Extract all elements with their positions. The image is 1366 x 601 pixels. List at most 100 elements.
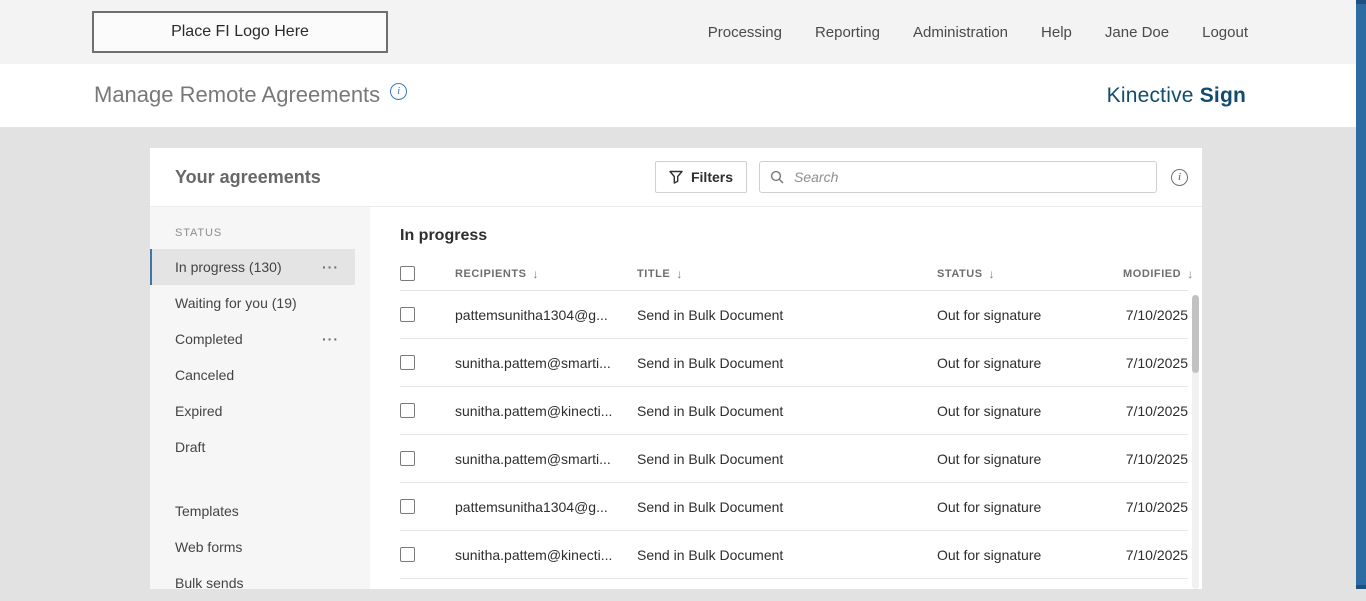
brand-logo: Kinective Sign — [1107, 84, 1246, 108]
row-checkbox[interactable] — [400, 355, 415, 370]
row-checkbox[interactable] — [400, 547, 415, 562]
table-scrollbar-thumb[interactable] — [1192, 295, 1199, 373]
row-recipients: sunitha.pattem@smarti... — [455, 451, 637, 467]
sidebar-item-label: Expired — [175, 403, 322, 419]
fi-logo-text: Place FI Logo Here — [171, 23, 309, 41]
panel-body: STATUS In progress (130) ··· Waiting for… — [150, 207, 1202, 589]
sidebar-status-item[interactable]: Canceled ··· — [150, 357, 355, 393]
search-input[interactable] — [792, 168, 1146, 186]
row-modified: 7/10/2025 — [1123, 451, 1188, 467]
agreements-panel: Your agreements Filters i STATUS — [150, 148, 1202, 589]
sidebar-status-item[interactable]: Draft ··· — [150, 429, 355, 465]
agreement-row[interactable]: sunitha.pattem@smarti... Send in Bulk Do… — [400, 339, 1188, 387]
sidebar-library-item[interactable]: Templates ··· — [150, 493, 355, 529]
status-sidebar: STATUS In progress (130) ··· Waiting for… — [150, 207, 370, 589]
row-status: Out for signature — [937, 547, 1123, 563]
row-checkbox[interactable] — [400, 451, 415, 466]
select-all-cell — [400, 266, 455, 281]
row-modified: 7/10/2025 — [1123, 355, 1188, 371]
fi-logo-placeholder: Place FI Logo Here — [92, 11, 388, 53]
table-section-title: In progress — [400, 227, 1188, 245]
agreement-row[interactable]: sunitha.pattem@kinecti... Send in Bulk D… — [400, 387, 1188, 435]
sort-arrow-icon: ↓ — [1187, 267, 1194, 281]
sidebar-library-item[interactable]: Web forms ··· — [150, 529, 355, 565]
page-info-icon[interactable]: i — [390, 83, 407, 100]
row-modified: 7/10/2025 — [1123, 547, 1188, 563]
row-recipients: sunitha.pattem@kinecti... — [455, 403, 637, 419]
top-nav-item[interactable]: Reporting — [815, 24, 880, 41]
row-title: Send in Bulk Document — [637, 547, 937, 563]
row-title: Send in Bulk Document — [637, 307, 937, 323]
top-nav-item[interactable]: Administration — [913, 24, 1008, 41]
row-status: Out for signature — [937, 451, 1123, 467]
brand-product: Sign — [1200, 84, 1246, 107]
page-header: Manage Remote Agreements i Kinective Sig… — [0, 64, 1366, 127]
item-overflow-menu-icon[interactable]: ··· — [322, 331, 339, 347]
column-header-status[interactable]: STATUS ↓ — [937, 267, 1123, 281]
row-status: Out for signature — [937, 355, 1123, 371]
sidebar-library-item[interactable]: Bulk sends ··· — [150, 565, 355, 601]
filters-button[interactable]: Filters — [655, 161, 747, 193]
search-icon — [770, 170, 784, 184]
top-nav-item[interactable]: Processing — [708, 24, 782, 41]
row-recipients: sunitha.pattem@kinecti... — [455, 547, 637, 563]
sidebar-status-item[interactable]: Expired ··· — [150, 393, 355, 429]
sidebar-item-label: Canceled — [175, 367, 322, 383]
table-rows: pattemsunitha1304@g... Send in Bulk Docu… — [400, 291, 1188, 579]
agreement-row[interactable]: pattemsunitha1304@g... Send in Bulk Docu… — [400, 291, 1188, 339]
table-header-row: RECIPIENTS ↓ TITLE ↓ STATUS ↓ MODIFIED ↓ — [400, 257, 1188, 291]
sidebar-status-item[interactable]: Completed ··· — [150, 321, 355, 357]
sort-arrow-icon: ↓ — [989, 267, 996, 281]
column-header-title[interactable]: TITLE ↓ — [637, 267, 937, 281]
agreement-row[interactable]: pattemsunitha1304@g... Send in Bulk Docu… — [400, 483, 1188, 531]
sidebar-item-label: Web forms — [175, 539, 322, 555]
panel-header: Your agreements Filters i — [150, 148, 1202, 207]
status-section-label: STATUS — [150, 217, 370, 249]
sidebar-item-label: In progress (130) — [175, 259, 322, 275]
panel-title: Your agreements — [175, 167, 321, 188]
row-modified: 7/10/2025 — [1123, 307, 1188, 323]
top-nav-item[interactable]: Jane Doe — [1105, 24, 1169, 41]
sidebar-status-item[interactable]: Waiting for you (19) ··· — [150, 285, 355, 321]
page-scrollbar[interactable] — [1356, 0, 1366, 589]
row-status: Out for signature — [937, 307, 1123, 323]
item-overflow-menu-icon[interactable]: ··· — [322, 259, 339, 275]
sidebar-item-label: Templates — [175, 503, 322, 519]
row-checkbox[interactable] — [400, 499, 415, 514]
top-nav-item[interactable]: Logout — [1202, 24, 1248, 41]
agreement-row[interactable]: sunitha.pattem@kinecti... Send in Bulk D… — [400, 531, 1188, 579]
sort-arrow-icon: ↓ — [533, 267, 540, 281]
top-nav: Processing Reporting Administration Help… — [708, 24, 1248, 41]
search-box — [759, 161, 1157, 193]
page-content: Your agreements Filters i STATUS — [0, 127, 1366, 589]
column-header-modified[interactable]: MODIFIED ↓ — [1123, 267, 1194, 281]
sidebar-status-item[interactable]: In progress (130) ··· — [150, 249, 355, 285]
row-status: Out for signature — [937, 499, 1123, 515]
library-list: Templates ··· Web forms ··· Bulk sends ·… — [150, 493, 370, 601]
row-recipients: pattemsunitha1304@g... — [455, 499, 637, 515]
select-all-checkbox[interactable] — [400, 266, 415, 281]
filters-button-label: Filters — [691, 169, 733, 185]
sidebar-item-label: Completed — [175, 331, 322, 347]
row-status: Out for signature — [937, 403, 1123, 419]
row-checkbox[interactable] — [400, 403, 415, 418]
brand-name: Kinective — [1107, 84, 1194, 107]
row-title: Send in Bulk Document — [637, 499, 937, 515]
row-title: Send in Bulk Document — [637, 403, 937, 419]
sidebar-item-label: Waiting for you (19) — [175, 295, 322, 311]
page-title: Manage Remote Agreements — [94, 82, 380, 108]
status-filter-list: In progress (130) ··· Waiting for you (1… — [150, 249, 370, 465]
top-nav-item[interactable]: Help — [1041, 24, 1072, 41]
panel-info-icon[interactable]: i — [1171, 169, 1188, 186]
row-title: Send in Bulk Document — [637, 355, 937, 371]
column-header-recipients[interactable]: RECIPIENTS ↓ — [455, 267, 637, 281]
filter-icon — [669, 170, 683, 184]
row-checkbox[interactable] — [400, 307, 415, 322]
table-scrollbar[interactable] — [1192, 295, 1199, 589]
row-recipients: sunitha.pattem@smarti... — [455, 355, 637, 371]
row-modified: 7/10/2025 — [1123, 499, 1188, 515]
top-bar: Place FI Logo Here Processing Reporting … — [0, 0, 1366, 64]
row-modified: 7/10/2025 — [1123, 403, 1188, 419]
sort-arrow-icon: ↓ — [676, 267, 683, 281]
agreement-row[interactable]: sunitha.pattem@smarti... Send in Bulk Do… — [400, 435, 1188, 483]
